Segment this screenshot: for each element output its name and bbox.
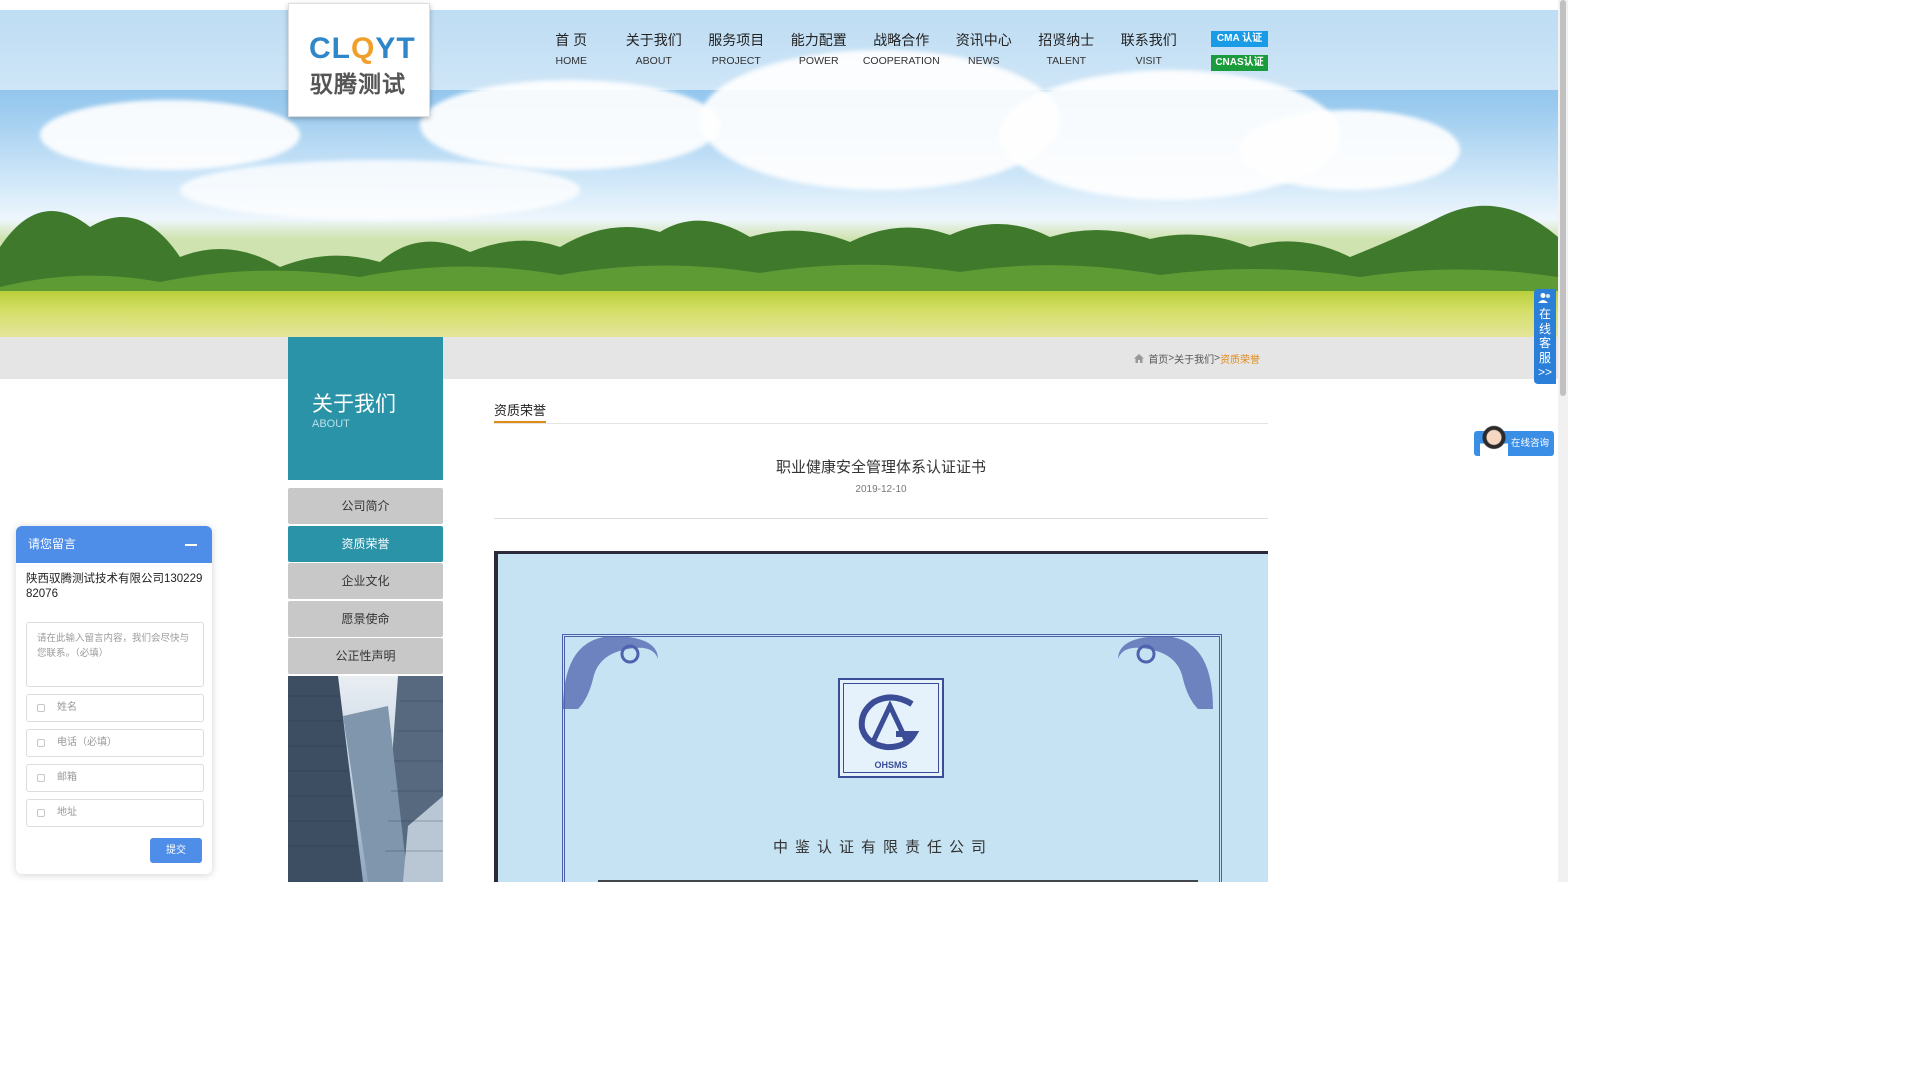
breadcrumb-about[interactable]: 关于我们 [1174, 351, 1214, 366]
nav-project[interactable]: 服务项目 PROJECT [695, 30, 778, 67]
site-logo[interactable]: CLQYT 驭腾测试 [288, 3, 430, 117]
top-strip [0, 0, 1558, 10]
breadcrumb-bar: 首页 > 关于我们 > 资质荣誉 [0, 337, 1558, 379]
logo-cn: 驭腾测试 [310, 71, 406, 97]
expand-arrow: >> [1537, 365, 1552, 379]
message-widget-header: 请您留言 [16, 526, 212, 563]
cma-badge[interactable]: CMA 认证 [1211, 31, 1268, 47]
phone-field[interactable]: 电话（必填） [26, 729, 204, 757]
ohsms-text: OHSMS [874, 760, 908, 770]
sidebar-menu: 公司简介 资质荣誉 企业文化 愿景使命 公正性声明 [288, 488, 443, 676]
nav-power[interactable]: 能力配置 POWER [778, 30, 861, 67]
main-nav: 首 页 HOME 关于我们 ABOUT 服务项目 PROJECT 能力配置 POWER … [530, 30, 1190, 67]
certificate-image: OHSMS 中鉴认证有限责任公司 [494, 551, 1268, 882]
certificate-heading-partial [598, 880, 1198, 882]
sidebar-item-company-intro[interactable]: 公司简介 [288, 488, 443, 524]
sidebar-header: 关于我们 ABOUT [288, 337, 443, 480]
scrollbar[interactable] [1558, 0, 1568, 882]
company-contact: 陕西驭腾测试技术有限公司13022982076 [26, 573, 203, 600]
article-divider [494, 518, 1268, 519]
section-divider [494, 423, 1268, 424]
nav-news[interactable]: 资讯中心 NEWS [943, 30, 1026, 67]
user-icon [37, 704, 45, 712]
message-widget: 请您留言 陕西驭腾测试技术有限公司13022982076 请在此输入留言内容，我… [16, 526, 212, 874]
ornament-left [563, 635, 658, 709]
minimize-icon[interactable] [185, 544, 197, 546]
sidebar-building-photo [288, 676, 443, 882]
people-icon [1538, 293, 1550, 303]
nav-about[interactable]: 关于我们 ABOUT [613, 30, 696, 67]
online-service-tab[interactable]: 在 线 客 服 >> [1534, 289, 1556, 384]
message-widget-title: 请您留言 [28, 537, 77, 551]
cnas-badge[interactable]: CNAS认证 [1211, 55, 1268, 71]
address-field[interactable]: 地址 [26, 799, 204, 827]
page: CLQYT 驭腾测试 首 页 HOME 关于我们 ABOUT 服务项目 PROJECT… [0, 0, 1568, 882]
logo-en: CLQYT [309, 32, 416, 65]
online-consult-button[interactable]: 在线咨询 [1474, 425, 1554, 456]
grass [0, 291, 1558, 337]
message-textarea[interactable]: 请在此输入留言内容，我们会尽快与您联系。（必填） [26, 622, 204, 687]
email-icon [37, 774, 45, 782]
nav-cooperation[interactable]: 战略合作 COOPERATION [860, 30, 943, 67]
home-icon [1134, 354, 1145, 363]
article-date: 2019-12-10 [855, 484, 907, 495]
sidebar-item-vision[interactable]: 愿景使命 [288, 600, 443, 637]
sidebar-title: 关于我们 [312, 393, 396, 416]
address-icon [37, 809, 45, 817]
email-field[interactable]: 邮箱 [26, 764, 204, 792]
ornament-right [1118, 635, 1213, 709]
ohsms-logo: OHSMS [838, 678, 944, 778]
article-title: 职业健康安全管理体系认证证书 [775, 459, 986, 476]
nav-visit[interactable]: 联系我们 VISIT [1108, 30, 1191, 67]
certificate-org: 中鉴认证有限责任公司 [772, 838, 993, 856]
scrollbar-thumb[interactable] [1560, 0, 1566, 396]
section-title: 资质荣誉 [494, 403, 547, 418]
nav-talent[interactable]: 招贤纳士 TALENT [1025, 30, 1108, 67]
name-field[interactable]: 姓名 [26, 694, 204, 722]
nav-home[interactable]: 首 页 HOME [530, 30, 613, 67]
sidebar-item-culture[interactable]: 企业文化 [288, 563, 443, 600]
breadcrumb-home[interactable]: 首页 [1148, 351, 1168, 366]
agent-avatar [1480, 425, 1508, 456]
breadcrumb: 首页 > 关于我们 > 资质荣誉 [1134, 351, 1260, 366]
sidebar-item-qualifications[interactable]: 资质荣誉 [288, 525, 443, 562]
sidebar-subtitle: ABOUT [312, 418, 350, 430]
breadcrumb-current: 资质荣誉 [1220, 355, 1260, 366]
phone-icon [37, 739, 45, 747]
submit-button[interactable]: 提交 [150, 838, 202, 863]
sidebar-item-impartiality[interactable]: 公正性声明 [288, 638, 443, 675]
